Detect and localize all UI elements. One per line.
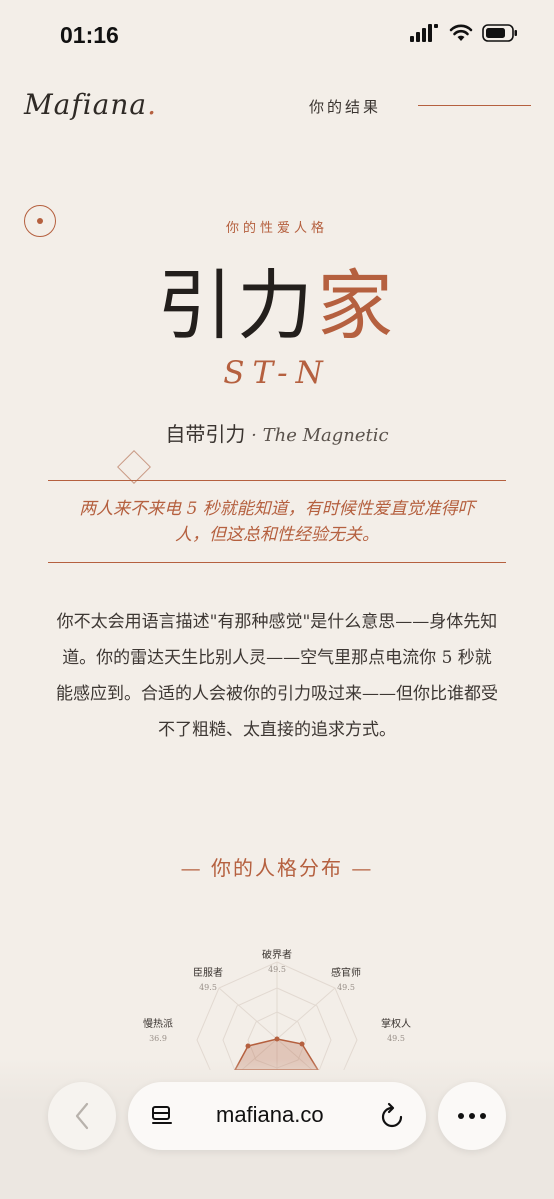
result-title: 引力家 — [157, 261, 397, 350]
result-eyebrow: 你的性爱人格 — [225, 221, 328, 236]
result-quote: 两人来不来电 5 秒就能知道，有时候性爱直觉准得吓人，但这总和性经验无关。 — [79, 498, 475, 545]
diamond-decoration-icon — [117, 450, 151, 484]
radar-value-slowburn: 36.9 — [149, 1034, 167, 1043]
distribution-radar-chart: 破界者 49.5 感官师 49.5 掌权人 49.5 臣服者 49.5 慢热派 … — [143, 948, 411, 1070]
status-bar: 01:16 — [0, 0, 554, 70]
nav-divider-line — [418, 105, 531, 106]
radar-label-ruler: 掌权人 — [381, 1017, 411, 1030]
radar-value-breaker: 49.5 — [268, 965, 286, 974]
status-time: 01:16 — [60, 22, 119, 48]
site-header: Mafiana. 你的结果 — [0, 70, 554, 140]
browser-more-button[interactable] — [438, 1082, 506, 1150]
battery-icon — [482, 24, 517, 42]
status-icons — [410, 24, 518, 42]
radar-label-breaker: 破界者 — [262, 948, 292, 961]
wifi-icon — [449, 24, 473, 41]
site-logo[interactable]: Mafiana. — [24, 88, 157, 121]
radar-value-sensualist: 49.5 — [337, 983, 355, 992]
chevron-left-icon — [75, 1102, 89, 1130]
radar-label-sensualist: 感官师 — [331, 966, 361, 979]
radar-value-submissive: 49.5 — [199, 983, 217, 992]
radar-label-slowburn: 慢热派 — [143, 1017, 173, 1030]
radar-value-ruler: 49.5 — [387, 1034, 405, 1043]
reload-icon[interactable] — [380, 1102, 406, 1130]
reader-mode-icon[interactable] — [150, 1104, 174, 1128]
more-dots-icon — [458, 1113, 486, 1119]
browser-back-button[interactable] — [48, 1082, 116, 1150]
result-description: 你不太会用语言描述"有那种感觉"是什么意思——身体先知道。你的雷达天生比别人灵—… — [56, 612, 498, 740]
browser-url[interactable]: mafiana.co — [216, 1102, 324, 1128]
radar-point — [245, 1043, 251, 1049]
radar-label-submissive: 臣服者 — [193, 967, 223, 979]
browser-address-bar[interactable]: mafiana.co — [128, 1082, 426, 1150]
distribution-title: — 你的人格分布 — — [180, 856, 374, 880]
nav-result-link[interactable]: 你的结果 — [309, 96, 381, 117]
radar-point — [274, 1036, 280, 1042]
result-type-code: ST-N — [223, 355, 331, 391]
radar-point — [299, 1041, 305, 1047]
cellular-signal-icon — [410, 24, 438, 42]
result-tagline: 自带引力 · The Magnetic — [165, 422, 389, 446]
result-quote-box: 两人来不来电 5 秒就能知道，有时候性爱直觉准得吓人，但这总和性经验无关。 — [48, 480, 506, 563]
